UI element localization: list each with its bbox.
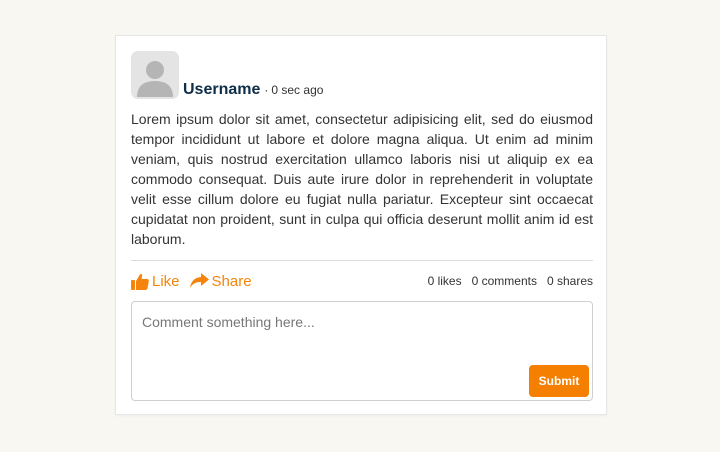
post-header: Username · 0 sec ago — [131, 51, 323, 99]
post-actions: Like Share 0 likes 0 comments 0 shares — [131, 269, 593, 293]
user-silhouette-icon — [137, 61, 173, 97]
divider — [131, 260, 593, 261]
like-button[interactable]: Like — [131, 273, 180, 290]
comment-input[interactable] — [132, 302, 592, 400]
username[interactable]: Username — [183, 81, 260, 99]
shares-count[interactable]: 0 shares — [547, 274, 593, 288]
post-stats: 0 likes 0 comments 0 shares — [418, 274, 593, 288]
thumbs-up-icon — [131, 273, 149, 290]
avatar[interactable] — [131, 51, 179, 99]
action-buttons: Like Share — [131, 273, 262, 290]
likes-count[interactable]: 0 likes — [428, 274, 462, 288]
submit-button[interactable]: Submit — [529, 365, 589, 397]
post-body: Lorem ipsum dolor sit amet, consectetur … — [131, 111, 593, 247]
share-label: Share — [211, 272, 252, 290]
comments-count[interactable]: 0 comments — [472, 274, 537, 288]
share-arrow-icon — [189, 273, 209, 289]
post-card: Username · 0 sec ago Lorem ipsum dolor s… — [115, 35, 607, 415]
comment-box: Submit — [131, 301, 593, 401]
author-line: Username · 0 sec ago — [183, 81, 323, 99]
share-button[interactable]: Share — [189, 272, 252, 290]
post-timestamp: 0 sec ago — [271, 83, 324, 97]
like-label: Like — [152, 272, 180, 290]
separator: · — [264, 83, 269, 97]
